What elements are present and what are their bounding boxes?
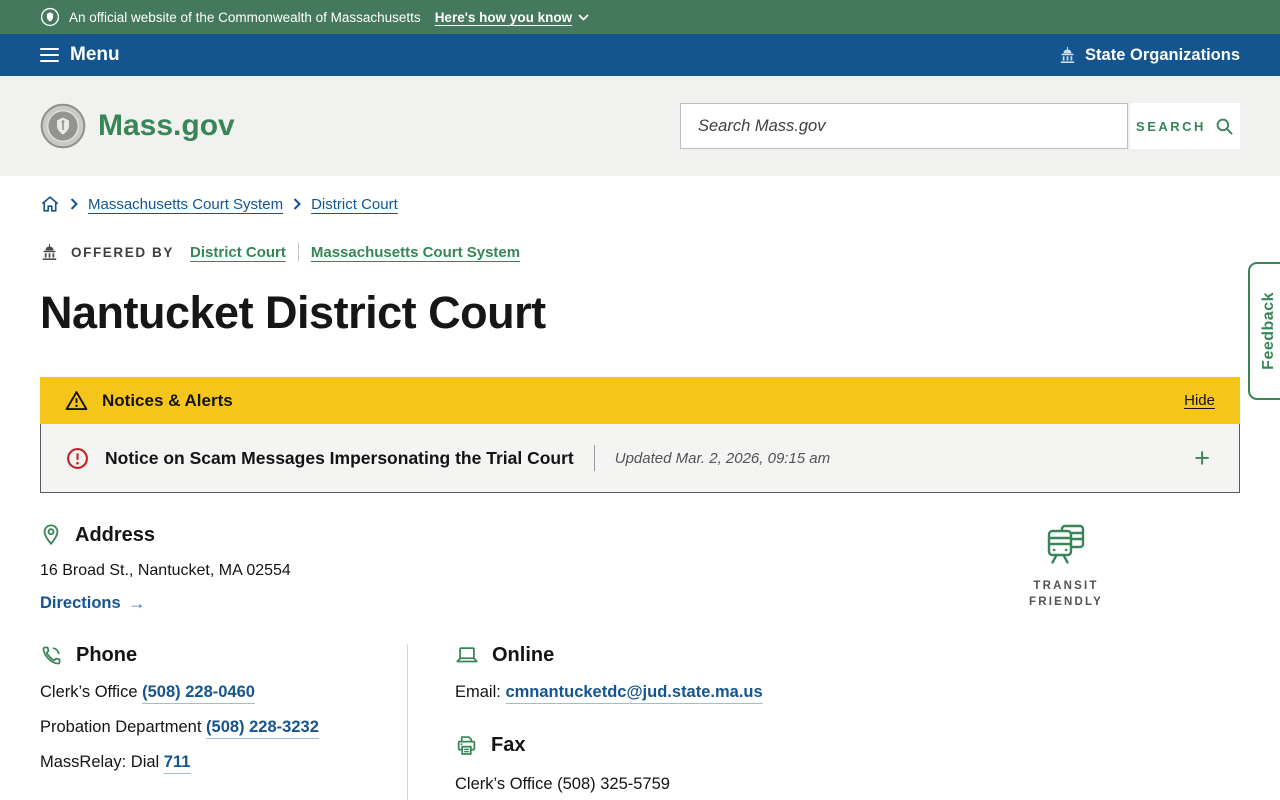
- phone-heading: Phone: [76, 644, 137, 667]
- menu-button[interactable]: Menu: [40, 44, 120, 66]
- feedback-label: Feedback: [1256, 292, 1278, 370]
- breadcrumb-district-court[interactable]: District Court: [311, 196, 398, 213]
- feedback-tab[interactable]: Feedback: [1248, 262, 1280, 400]
- address-section: Address 16 Broad St., Nantucket, MA 0255…: [40, 523, 291, 614]
- state-seal-icon: [40, 7, 60, 27]
- main-menubar: Menu State Organizations: [0, 34, 1280, 76]
- phone-link-clerks-office[interactable]: (508) 228-0460: [142, 683, 255, 701]
- directions-link[interactable]: Directions →: [40, 593, 146, 614]
- notice-title: Notice on Scam Messages Impersonating th…: [105, 448, 574, 469]
- massgov-logo[interactable]: Mass.gov: [40, 103, 235, 149]
- transit-friendly-badge: TRANSIT FRIENDLY: [1008, 523, 1124, 614]
- offered-by-row: OFFERED BY District Court Massachusetts …: [40, 243, 1240, 261]
- phone-row-label: Clerk’s Office: [40, 683, 138, 701]
- transit-label-line2: FRIENDLY: [1008, 595, 1124, 611]
- laptop-icon: [455, 645, 479, 666]
- address-row: Address 16 Broad St., Nantucket, MA 0255…: [40, 523, 1240, 614]
- online-heading: Online: [492, 644, 554, 667]
- search-icon: [1215, 117, 1234, 136]
- search-input[interactable]: [680, 103, 1128, 149]
- email-link[interactable]: cmnantucketdc@jud.state.ma.us: [505, 683, 762, 701]
- online-fax-section: Online Email: cmnantucketdc@jud.state.ma…: [408, 644, 763, 800]
- phone-row-clerks-office: Clerk’s Office (508) 228-0460: [40, 683, 407, 702]
- email-row: Email: cmnantucketdc@jud.state.ma.us: [455, 683, 763, 702]
- offered-by-court-system[interactable]: Massachusetts Court System: [311, 244, 520, 261]
- chevron-right-icon: [293, 198, 301, 210]
- divider: [298, 243, 299, 261]
- page-title: Nantucket District Court: [40, 287, 1240, 339]
- heres-how-you-know-button[interactable]: Here's how you know: [435, 10, 590, 25]
- heres-how-you-know-label: Here's how you know: [435, 10, 573, 25]
- fax-row: Clerk’s Office (508) 325-5759: [455, 775, 763, 794]
- breadcrumb-court-system[interactable]: Massachusetts Court System: [88, 196, 283, 213]
- contact-grid: Phone Clerk’s Office (508) 228-0460 Prob…: [40, 644, 1240, 800]
- warning-triangle-icon: [65, 390, 88, 411]
- search-button[interactable]: SEARCH: [1130, 103, 1240, 149]
- notices-alerts-panel: Notices & Alerts Hide Notice on Scam Mes…: [40, 377, 1240, 493]
- phone-link-probation[interactable]: (508) 228-3232: [206, 718, 319, 736]
- massgov-seal-icon: [40, 103, 86, 149]
- notices-alerts-title: Notices & Alerts: [102, 391, 233, 411]
- state-organizations-button[interactable]: State Organizations: [1058, 46, 1240, 65]
- map-pin-icon: [40, 523, 62, 547]
- home-icon[interactable]: [40, 195, 60, 213]
- fax-number: (508) 325-5759: [557, 775, 670, 793]
- transit-label-line1: TRANSIT: [1008, 579, 1124, 595]
- phone-section: Phone Clerk’s Office (508) 228-0460 Prob…: [40, 644, 408, 800]
- search-button-label: SEARCH: [1136, 119, 1206, 134]
- phone-link-massrelay[interactable]: 711: [164, 753, 191, 771]
- hamburger-icon: [40, 48, 59, 63]
- notice-item[interactable]: Notice on Scam Messages Impersonating th…: [40, 424, 1240, 493]
- offered-by-district-court[interactable]: District Court: [190, 244, 286, 261]
- offered-by-label: OFFERED BY: [71, 245, 174, 260]
- arrow-right-icon: →: [128, 593, 146, 614]
- capitol-icon: [1058, 46, 1077, 64]
- fax-heading: Fax: [491, 734, 525, 757]
- official-banner: An official website of the Commonwealth …: [0, 0, 1280, 34]
- site-header: Mass.gov SEARCH: [0, 76, 1280, 176]
- phone-row-label: Probation Department: [40, 718, 201, 736]
- divider: [594, 445, 595, 471]
- massgov-logo-text: Mass.gov: [98, 109, 235, 143]
- email-label: Email:: [455, 683, 501, 701]
- capitol-icon: [40, 243, 59, 261]
- address-line: 16 Broad St., Nantucket, MA 02554: [40, 562, 291, 580]
- official-text: An official website of the Commonwealth …: [69, 10, 421, 25]
- hide-notices-link[interactable]: Hide: [1184, 392, 1215, 409]
- fax-row-label: Clerk’s Office: [455, 775, 553, 793]
- expand-plus-icon[interactable]: +: [1194, 445, 1214, 472]
- phone-row-label: MassRelay: Dial: [40, 753, 159, 771]
- phone-icon: [40, 644, 63, 667]
- phone-row-probation: Probation Department (508) 228-3232: [40, 718, 407, 737]
- menu-label: Menu: [70, 44, 120, 66]
- search-form: SEARCH: [680, 103, 1240, 149]
- alert-circle-icon: [66, 447, 89, 470]
- chevron-right-icon: [70, 198, 78, 210]
- notice-updated-timestamp: Updated Mar. 2, 2026, 09:15 am: [615, 450, 830, 467]
- directions-label: Directions: [40, 594, 121, 613]
- transit-bus-icon: [1042, 523, 1090, 567]
- chevron-down-icon: [578, 14, 589, 21]
- breadcrumb: Massachusetts Court System District Cour…: [40, 195, 1240, 213]
- state-organizations-label: State Organizations: [1085, 46, 1240, 65]
- address-heading: Address: [75, 524, 155, 547]
- notices-alerts-header: Notices & Alerts Hide: [40, 377, 1240, 424]
- phone-row-massrelay: MassRelay: Dial 711: [40, 753, 407, 772]
- fax-icon: [455, 734, 478, 757]
